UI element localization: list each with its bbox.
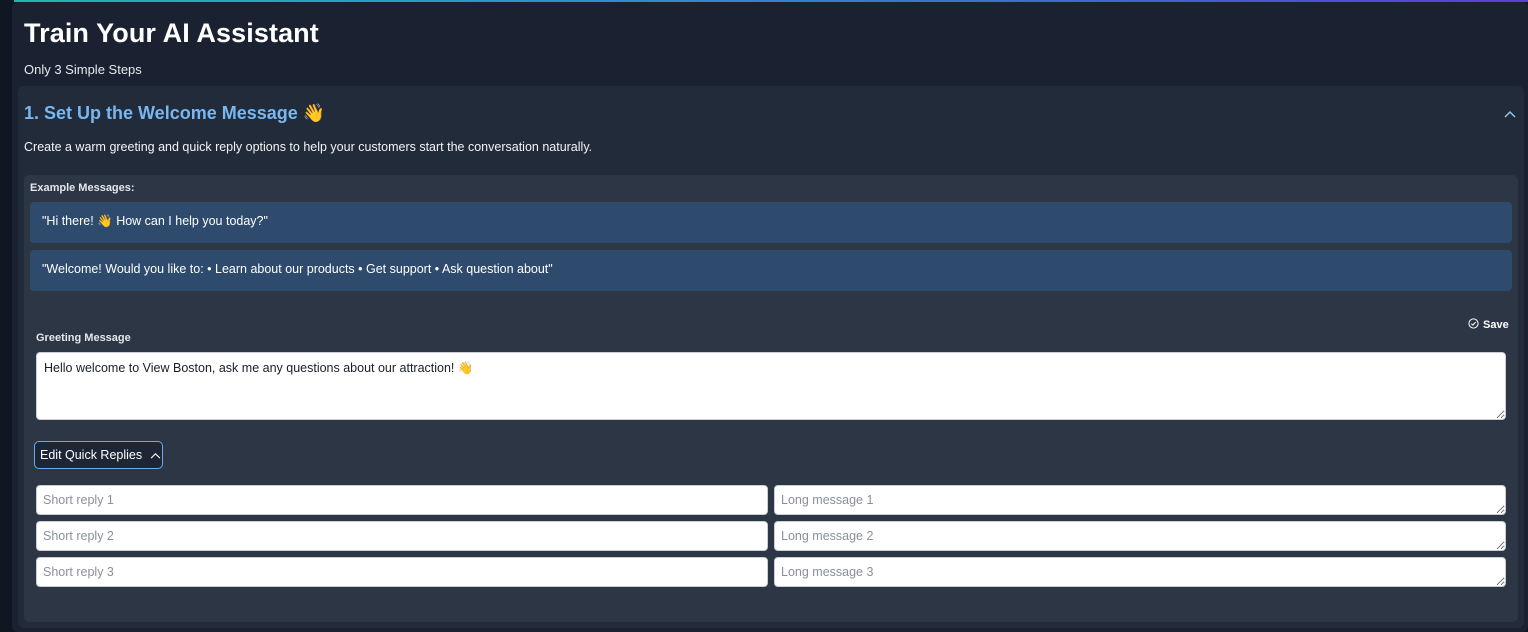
edit-quick-replies-label: Edit Quick Replies <box>40 448 143 462</box>
check-circle-icon <box>1468 318 1479 332</box>
long-message-input-3[interactable] <box>774 557 1506 587</box>
short-reply-input-2[interactable] <box>36 521 768 551</box>
page-title: Train Your AI Assistant <box>24 18 319 48</box>
section-description: Create a warm greeting and quick reply o… <box>24 140 593 154</box>
long-message-input-1[interactable] <box>774 485 1506 515</box>
welcome-card: Example Messages: "Hi there! 👋 How can I… <box>24 175 1518 622</box>
step-section-welcome: 1. Set Up the Welcome Message 👋 Create a… <box>18 86 1524 628</box>
examples-label: Example Messages: <box>30 182 135 194</box>
collapse-section-button[interactable] <box>1502 106 1518 122</box>
chevron-up-icon <box>150 448 161 462</box>
greeting-message-label: Greeting Message <box>36 332 131 344</box>
greeting-message-input[interactable]: Hello welcome to View Boston, ask me any… <box>36 352 1506 420</box>
example-message: "Hi there! 👋 How can I help you today?" <box>30 202 1512 243</box>
quick-reply-row <box>36 485 1506 515</box>
page-subtitle: Only 3 Simple Steps <box>24 62 142 77</box>
section-title[interactable]: 1. Set Up the Welcome Message 👋 <box>24 103 325 124</box>
short-reply-input-1[interactable] <box>36 485 768 515</box>
quick-reply-row <box>36 557 1506 587</box>
save-label: Save <box>1483 319 1509 331</box>
edit-quick-replies-button[interactable]: Edit Quick Replies <box>34 441 163 469</box>
save-button[interactable]: Save <box>1468 318 1509 332</box>
quick-reply-row <box>36 521 1506 551</box>
example-message: "Welcome! Would you like to: • Learn abo… <box>30 250 1512 291</box>
long-message-input-2[interactable] <box>774 521 1506 551</box>
short-reply-input-3[interactable] <box>36 557 768 587</box>
chevron-up-icon <box>1504 105 1516 123</box>
